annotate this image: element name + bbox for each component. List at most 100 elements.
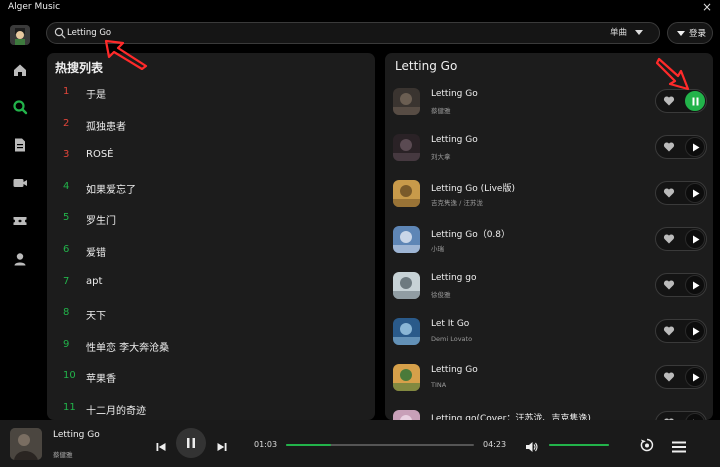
song-actions <box>655 319 707 343</box>
hot-search-rank: 9 <box>63 338 70 350</box>
song-cover-art <box>393 410 420 420</box>
song-artist: Demi Lovato <box>431 335 473 343</box>
volume-button[interactable] <box>525 438 538 452</box>
user-icon[interactable] <box>12 251 28 267</box>
volume-slider[interactable] <box>549 444 609 446</box>
hot-search-item[interactable]: 6 爱错 <box>47 237 375 267</box>
song-actions <box>655 273 707 297</box>
song-artist: 小瑞 <box>431 245 444 253</box>
hot-search-rank: 2 <box>63 117 70 129</box>
song-actions <box>655 365 707 389</box>
play-pause-button[interactable] <box>176 428 206 458</box>
app-title: Alger Music <box>8 2 61 12</box>
play-button[interactable] <box>685 229 705 249</box>
hot-search-item[interactable]: 10 苹果香 <box>47 363 375 393</box>
song-row[interactable]: Letting Go（0.8） 小瑞 <box>385 223 713 269</box>
progress-fill <box>286 444 332 446</box>
heart-icon[interactable] <box>663 279 675 291</box>
song-title: Letting Go <box>431 89 478 99</box>
song-actions <box>655 89 707 113</box>
hot-search-rank: 1 <box>63 86 70 97</box>
play-icon <box>693 189 700 198</box>
hot-search-item[interactable]: 3 ROSÉ <box>47 142 375 172</box>
play-icon <box>693 143 700 152</box>
play-button[interactable] <box>685 183 705 203</box>
song-actions <box>655 135 707 159</box>
song-row[interactable]: Letting Go TINA <box>385 361 713 407</box>
home-icon[interactable] <box>12 62 28 78</box>
hot-search-name: 罗生门 <box>86 216 116 228</box>
song-row[interactable]: Letting Go (Live版) 吉克隽逸 / 汪苏泷 <box>385 177 713 223</box>
heart-icon[interactable] <box>663 325 675 337</box>
play-button[interactable] <box>685 321 705 341</box>
hot-search-item[interactable]: 4 如果爱忘了 <box>47 174 375 204</box>
song-row[interactable]: Letting go 徐俊雅 <box>385 269 713 315</box>
hot-search-name: 孤独患者 <box>86 121 126 133</box>
play-button[interactable] <box>685 137 705 157</box>
song-row[interactable]: Let It Go Demi Lovato <box>385 315 713 361</box>
play-button[interactable] <box>685 413 705 420</box>
pause-icon <box>187 438 195 448</box>
play-button[interactable] <box>685 367 705 387</box>
hot-search-name: 性单恋 李大奔沧桑 <box>86 342 170 354</box>
document-icon[interactable] <box>12 137 28 153</box>
song-actions <box>655 411 707 420</box>
current-time: 01:03 <box>254 440 278 449</box>
hot-search-rank: 11 <box>63 402 76 413</box>
play-icon <box>693 281 700 290</box>
pause-icon <box>692 97 699 106</box>
hot-search-item[interactable]: 11 十二月的奇迹 <box>47 395 375 420</box>
song-row[interactable]: Letting Go 刘大拿 <box>385 131 713 177</box>
heart-icon[interactable] <box>663 187 675 199</box>
search-type-dropdown[interactable]: 单曲 <box>610 26 643 38</box>
next-button[interactable] <box>216 438 228 451</box>
hot-search-item[interactable]: 9 性单恋 李大奔沧桑 <box>47 332 375 362</box>
search-nav-icon[interactable] <box>12 99 28 115</box>
app-avatar[interactable] <box>10 25 30 45</box>
hot-search-name: 如果爱忘了 <box>86 184 136 196</box>
heart-icon[interactable] <box>663 95 675 107</box>
search-results-panel: Letting Go Letting Go 蔡健雅 Letting Go 刘大拿 Let… <box>385 53 713 420</box>
login-button[interactable]: 登录 <box>667 22 713 44</box>
hot-search-item[interactable]: 1 于是 <box>47 79 375 109</box>
ticket-icon[interactable] <box>12 213 28 229</box>
previous-button[interactable] <box>155 438 167 451</box>
skip-previous-icon <box>156 443 166 451</box>
loop-icon <box>640 438 654 452</box>
hot-search-item[interactable]: 7 apt <box>47 269 375 299</box>
progress-slider[interactable] <box>286 444 474 446</box>
volume-fill <box>549 444 609 446</box>
hot-search-name: 苹果香 <box>86 374 116 386</box>
pause-button[interactable] <box>685 91 705 111</box>
play-mode-button[interactable] <box>640 437 654 452</box>
volume-icon <box>526 442 538 452</box>
login-label: 登录 <box>689 29 707 39</box>
playlist-menu-button[interactable] <box>672 438 686 453</box>
video-icon[interactable] <box>12 175 28 191</box>
results-title: Letting Go <box>395 59 458 73</box>
sidebar <box>0 16 40 420</box>
player-bar: Letting Go 蔡健雅 01:03 04:23 <box>0 420 720 467</box>
search-type-label: 单曲 <box>609 28 627 38</box>
hot-search-rank: 7 <box>63 275 70 287</box>
hot-search-rank: 8 <box>63 307 70 319</box>
hot-search-name: 爱错 <box>86 248 106 259</box>
song-title: Let It Go <box>431 319 470 329</box>
hot-search-item[interactable]: 5 罗生门 <box>47 205 375 235</box>
play-button[interactable] <box>685 275 705 295</box>
hot-search-item[interactable]: 2 孤独患者 <box>47 111 375 141</box>
song-title: Letting Go（0.8） <box>431 230 511 240</box>
close-button[interactable]: × <box>702 0 712 14</box>
chevron-down-icon <box>635 30 643 35</box>
hot-search-item[interactable]: 8 天下 <box>47 300 375 330</box>
heart-icon[interactable] <box>663 233 675 245</box>
song-artist: 蔡健雅 <box>431 107 451 115</box>
player-cover-art[interactable] <box>10 428 42 460</box>
heart-icon[interactable] <box>663 141 675 153</box>
play-icon <box>693 235 700 244</box>
heart-icon[interactable] <box>663 371 675 383</box>
song-row[interactable]: Letting go(Cover：汪苏泷、吉克隽逸) <box>385 407 713 420</box>
hot-search-rank: 6 <box>63 244 70 255</box>
song-cover-art <box>393 134 420 161</box>
play-icon <box>693 373 700 382</box>
